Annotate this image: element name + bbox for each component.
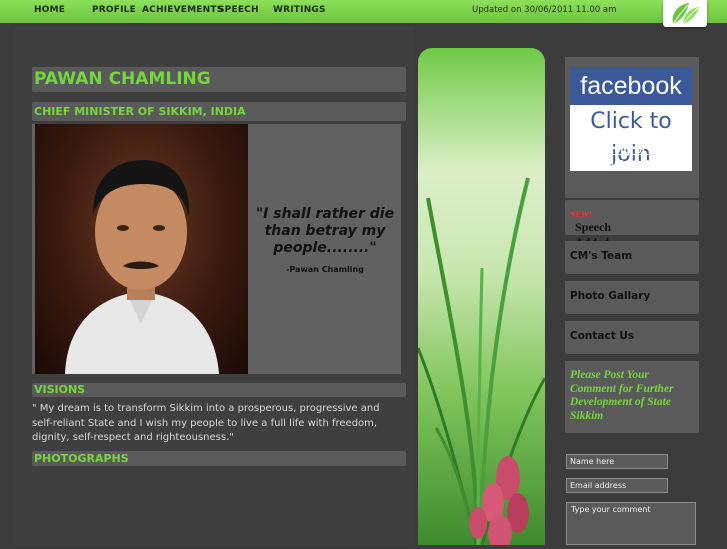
comment-prompt-box: Please Post Your Comment for Further Dev… [565,361,699,433]
comment-field[interactable] [566,502,696,545]
facebook-join-banner[interactable]: facebook Click to join [570,67,692,171]
quote-body: "I shall rather die than betray my peopl… [255,206,395,256]
decorative-flower-panel [416,48,547,549]
portrait-photo [35,124,248,374]
cms-team-link[interactable]: CM's Team [565,241,699,274]
visions-text: " My dream is to transform Sikkim into a… [32,403,380,443]
main-content-panel: PAWAN CHAMLING CHIEF MINISTER OF SIKKIM,… [14,26,413,545]
quote-text: "I shall rather die than betray my peopl… [250,206,400,278]
photographs-heading: PHOTOGRAPHS [32,451,406,466]
email-field[interactable] [566,478,668,493]
facebook-name: facebook [580,72,682,100]
nav-writings-link[interactable]: WRITINGS [273,5,326,15]
visions-heading: VISIONS [32,383,406,397]
nav-achievements-link[interactable]: ACHIEVEMENTS [142,5,223,15]
contact-us-link[interactable]: Contact Us [565,321,699,354]
contact-us-label: Contact Us [570,330,635,342]
nav-profile-link[interactable]: PROFILE [92,5,136,15]
comment-prompt-text: Please Post Your Comment for Further Dev… [570,369,674,422]
nav-speech-link[interactable]: SPEECH [218,5,259,15]
top-nav-bar: HOME PROFILE ACHIEVEMENTS SPEECH WRITING… [0,0,727,27]
join-group-link[interactable]: Join Group of Hon'ble Chief Minister [565,143,699,173]
page-title: PAWAN CHAMLING [32,67,406,92]
leaf-logo-badge [663,0,707,27]
new-badge: NEW! [570,210,592,219]
facebook-box: facebook Click to join Join Group of Hon… [565,57,699,198]
nav-home-link[interactable]: HOME [34,5,65,15]
last-updated-text: Updated on 30/06/2011 11.00 am [472,5,617,15]
quote-author: -Pawan Chamling [286,265,364,274]
photo-gallery-label: Photo Gallary [570,290,651,302]
leaf-logo-icon [672,3,699,25]
name-field[interactable] [566,454,668,469]
page-subtitle: CHIEF MINISTER OF SIKKIM, INDIA [32,102,406,121]
speech-added-link[interactable]: Speech Added NEW! [565,200,699,249]
profile-photo-area: "I shall rather die than betray my peopl… [32,124,401,374]
photo-gallery-link[interactable]: Photo Gallary [565,281,699,314]
cms-team-label: CM's Team [570,250,633,262]
